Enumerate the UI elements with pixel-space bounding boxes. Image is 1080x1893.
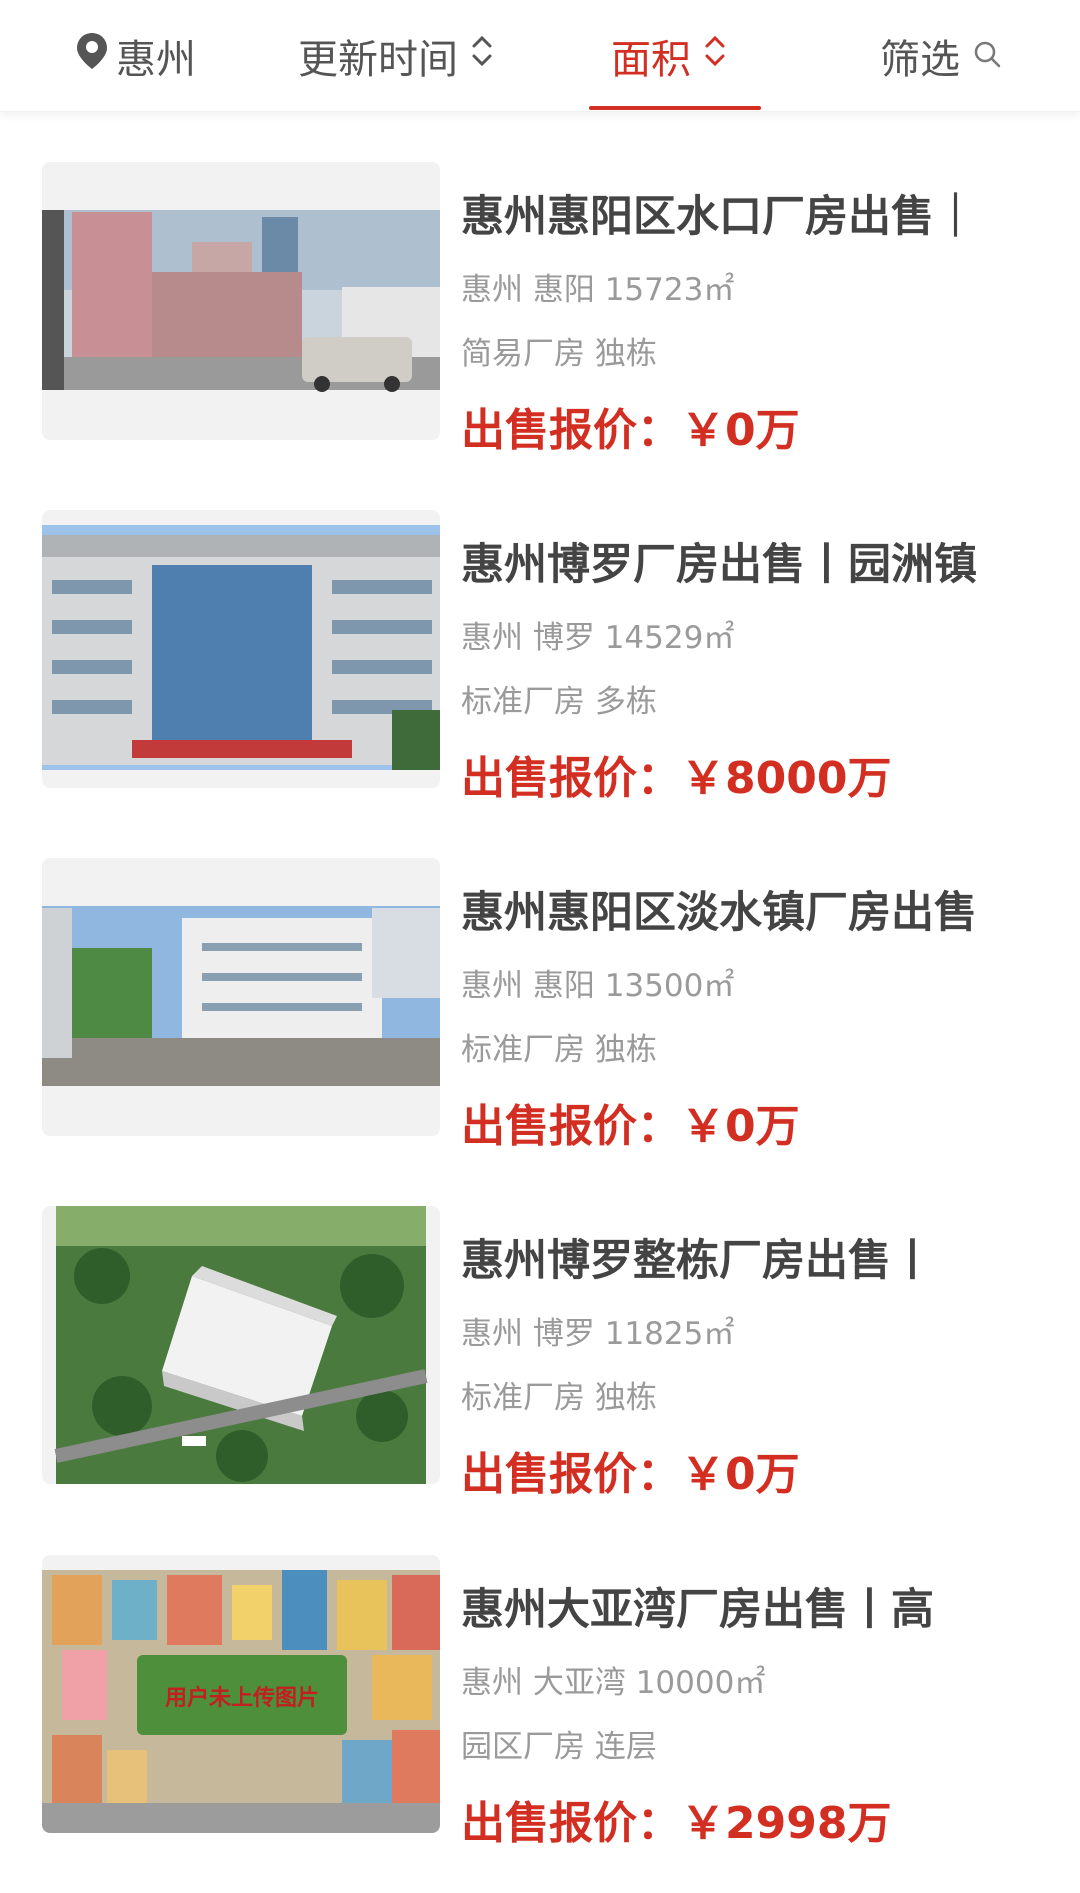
listing-tags: 简易厂房 独栋 — [461, 336, 657, 372]
active-tab-underline — [589, 106, 761, 110]
city-label: 惠州 — [116, 37, 196, 83]
listing-tags: 标准厂房 独栋 — [461, 1380, 657, 1416]
listing-title[interactable]: 惠州惠阳区水口厂房出售｜ — [461, 182, 1006, 244]
listing-thumbnail[interactable] — [42, 858, 440, 1136]
price-value: ￥2998万 — [681, 1798, 892, 1849]
listing-title[interactable]: 惠州博罗厂房出售丨园洲镇 — [461, 530, 1006, 592]
listing-thumbnail[interactable] — [42, 510, 440, 788]
listing-location: 惠州 博罗 14529㎡ — [461, 620, 735, 656]
city-selector[interactable]: 惠州 — [74, 24, 196, 88]
listing-thumbnail[interactable]: 用户未上传图片 — [42, 1555, 440, 1833]
listing-price: 出售报价：￥0万 — [461, 394, 800, 458]
listing-title[interactable]: 惠州大亚湾厂房出售丨高 — [461, 1575, 1006, 1637]
price-label: 出售报价： — [461, 753, 681, 804]
price-value: ￥0万 — [681, 1449, 800, 1500]
listing-price: 出售报价：￥8000万 — [461, 742, 891, 806]
listing-card[interactable]: 惠州博罗整栋厂房出售丨 惠州 博罗 11825㎡ 标准厂房 独栋 出售报价：￥0… — [0, 1206, 1080, 1500]
placeholder-city-illustration: 用户未上传图片 — [42, 1570, 440, 1833]
sort-arrows-icon — [470, 32, 494, 80]
filter-button[interactable]: 筛选 — [880, 24, 1002, 88]
listing-card[interactable]: 惠州惠阳区淡水镇厂房出售 惠州 惠阳 13500㎡ 标准厂房 独栋 出售报价：￥… — [0, 858, 1080, 1152]
price-label: 出售报价： — [461, 1798, 681, 1849]
listing-thumbnail[interactable] — [42, 162, 440, 440]
factory-photo — [42, 906, 440, 1086]
listing-location: 惠州 博罗 11825㎡ — [461, 1316, 735, 1352]
listing-price: 出售报价：￥2998万 — [461, 1787, 891, 1851]
listing-tags: 标准厂房 独栋 — [461, 1032, 657, 1068]
listing-thumbnail[interactable] — [42, 1206, 440, 1484]
listing-price: 出售报价：￥0万 — [461, 1090, 800, 1154]
placeholder-overlay-text: 用户未上传图片 — [165, 1685, 319, 1711]
price-value: ￥0万 — [681, 405, 800, 456]
listing-title[interactable]: 惠州博罗整栋厂房出售丨 — [461, 1226, 1006, 1288]
price-label: 出售报价： — [461, 405, 681, 456]
filter-bar: 惠州 更新时间 面积 筛选 — [0, 0, 1080, 112]
listing-location: 惠州 惠阳 13500㎡ — [461, 968, 735, 1004]
factory-rendering — [54, 1206, 428, 1484]
listing-price: 出售报价：￥0万 — [461, 1438, 800, 1502]
area-label: 面积 — [611, 37, 691, 83]
sort-update-time[interactable]: 更新时间 — [298, 24, 494, 88]
location-pin-icon — [74, 31, 110, 81]
sort-area[interactable]: 面积 — [611, 24, 727, 88]
price-value: ￥0万 — [681, 1101, 800, 1152]
price-label: 出售报价： — [461, 1101, 681, 1152]
listing-title[interactable]: 惠州惠阳区淡水镇厂房出售 — [461, 878, 1006, 940]
search-icon — [972, 33, 1002, 79]
listing-card[interactable]: 惠州博罗厂房出售丨园洲镇 惠州 博罗 14529㎡ 标准厂房 多栋 出售报价：￥… — [0, 510, 1080, 804]
listing-card[interactable]: 惠州惠阳区水口厂房出售｜ 惠州 惠阳 15723㎡ 简易厂房 独栋 出售报价：￥… — [0, 162, 1080, 456]
listing-card[interactable]: 用户未上传图片 惠州大亚湾厂房出售丨高 惠州 大亚湾 10000㎡ 园区厂房 连… — [0, 1555, 1080, 1849]
listing-tags: 园区厂房 连层 — [461, 1729, 657, 1765]
factory-photo — [42, 525, 440, 770]
listing-tags: 标准厂房 多栋 — [461, 684, 657, 720]
price-label: 出售报价： — [461, 1449, 681, 1500]
filter-label: 筛选 — [880, 37, 960, 83]
listing-location: 惠州 惠阳 15723㎡ — [461, 272, 735, 308]
price-value: ￥8000万 — [681, 753, 892, 804]
update-time-label: 更新时间 — [298, 37, 458, 83]
factory-photo — [42, 210, 440, 392]
sort-arrows-icon — [703, 32, 727, 80]
listing-location: 惠州 大亚湾 10000㎡ — [461, 1665, 766, 1701]
